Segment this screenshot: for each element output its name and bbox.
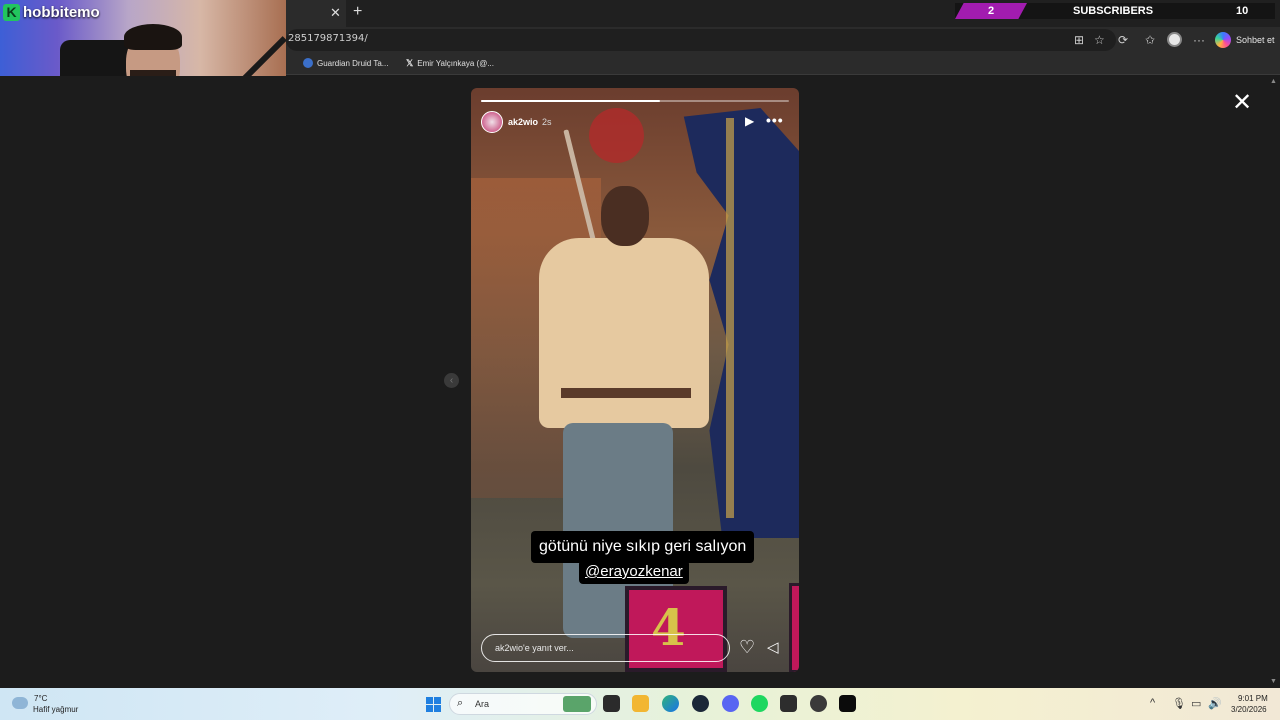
copilot-button[interactable]: Sohbet et xyxy=(1236,35,1275,45)
tab-close-icon[interactable]: ✕ xyxy=(330,5,341,21)
story-mention[interactable]: @erayozkenar xyxy=(579,560,689,584)
subscriber-count: 2 xyxy=(955,3,1027,19)
story-caption: götünü niye sıkıp geri salıyon xyxy=(531,531,755,563)
streamer-name: hobbitemo xyxy=(23,4,100,21)
reply-placeholder: ak2wio'e yanıt ver... xyxy=(495,643,574,653)
spotify-icon[interactable] xyxy=(751,695,768,712)
more-menu-icon[interactable]: ··· xyxy=(1193,33,1205,47)
scroll-up-icon[interactable]: ▲ xyxy=(1270,78,1277,85)
copilot-icon[interactable] xyxy=(1215,32,1231,48)
search-placeholder: Ara xyxy=(475,699,490,709)
windows-start-icon[interactable] xyxy=(426,697,441,712)
file-explorer-icon[interactable] xyxy=(632,695,649,712)
steam-icon[interactable] xyxy=(692,695,709,712)
story-knight-trim xyxy=(726,118,734,518)
send-icon[interactable]: ◁ xyxy=(767,638,779,656)
favorites-icon[interactable]: ✩ xyxy=(1145,33,1155,47)
profile-avatar[interactable] xyxy=(1167,32,1182,47)
wowhead-icon xyxy=(303,58,313,68)
taskbar-time[interactable]: 9:01 PM xyxy=(1238,694,1268,703)
cloud-rain-icon[interactable] xyxy=(12,697,28,709)
more-options-icon[interactable]: ••• xyxy=(766,112,784,128)
story-red-banner xyxy=(589,108,644,163)
taskbar-date[interactable]: 3/20/2026 xyxy=(1231,705,1267,714)
microphone-icon[interactable]: 🎙 xyxy=(1172,697,1186,710)
url-text[interactable]: 285179871394/ xyxy=(288,33,368,44)
discord-icon[interactable] xyxy=(722,695,739,712)
weather-temperature[interactable]: 7°C xyxy=(34,694,47,703)
new-tab-button[interactable]: + xyxy=(353,3,362,21)
extensions-icon[interactable]: ⟳ xyxy=(1118,33,1128,47)
split-screen-icon[interactable]: ⊞ xyxy=(1074,33,1084,47)
address-input[interactable] xyxy=(286,29,1116,51)
bookmark-label: Emir Yalçınkaya (@... xyxy=(417,59,494,68)
x-logo-icon: 𝕏 xyxy=(406,58,414,68)
close-story-icon[interactable]: ✕ xyxy=(1232,88,1252,117)
volume-icon[interactable]: 🔊 xyxy=(1208,697,1222,710)
weather-description[interactable]: Hafif yağmur xyxy=(33,705,78,714)
tray-overflow-icon[interactable]: ^ xyxy=(1150,697,1155,709)
scroll-down-icon[interactable]: ▼ xyxy=(1270,678,1277,685)
search-highlight-image xyxy=(563,696,591,712)
bookmark-guardian-druid[interactable]: Guardian Druid Ta... xyxy=(303,58,388,68)
story-person-belt xyxy=(561,388,691,398)
previous-story-icon[interactable]: ‹ xyxy=(444,373,459,388)
story-timestamp: 2s xyxy=(542,117,552,127)
webcam-person-hair xyxy=(124,24,182,50)
play-icon[interactable]: ▶ xyxy=(745,114,754,128)
favorite-star-icon[interactable]: ☆ xyxy=(1094,33,1105,47)
story-progress-fill xyxy=(481,100,660,102)
subscribers-label: SUBSCRIBERS xyxy=(1073,5,1154,17)
story-username[interactable]: ak2wio xyxy=(508,117,538,127)
search-icon: ⌕ xyxy=(457,697,464,709)
like-heart-icon[interactable]: ♡ xyxy=(739,637,755,658)
story-person-head xyxy=(601,186,649,246)
task-view-icon[interactable] xyxy=(603,695,620,712)
xbox-icon[interactable] xyxy=(780,695,797,712)
bookmark-label: Guardian Druid Ta... xyxy=(317,58,389,68)
bookmark-emir-yalcinkaya[interactable]: 𝕏 Emir Yalçınkaya (@... xyxy=(406,58,494,69)
edge-browser-icon[interactable] xyxy=(662,695,679,712)
story-user-avatar[interactable] xyxy=(481,111,503,133)
story-number-block-edge xyxy=(789,583,799,672)
kick-logo-icon: K xyxy=(3,4,20,21)
kick-app-icon[interactable] xyxy=(839,695,856,712)
subscriber-goal: 10 xyxy=(1236,5,1249,17)
story-card[interactable]: 4 ak2wio 2s ▶ ••• götünü niye sıkıp geri… xyxy=(471,88,799,672)
obs-icon[interactable] xyxy=(810,695,827,712)
story-person-shirt xyxy=(539,238,709,428)
network-icon[interactable]: ▭ xyxy=(1191,697,1201,710)
